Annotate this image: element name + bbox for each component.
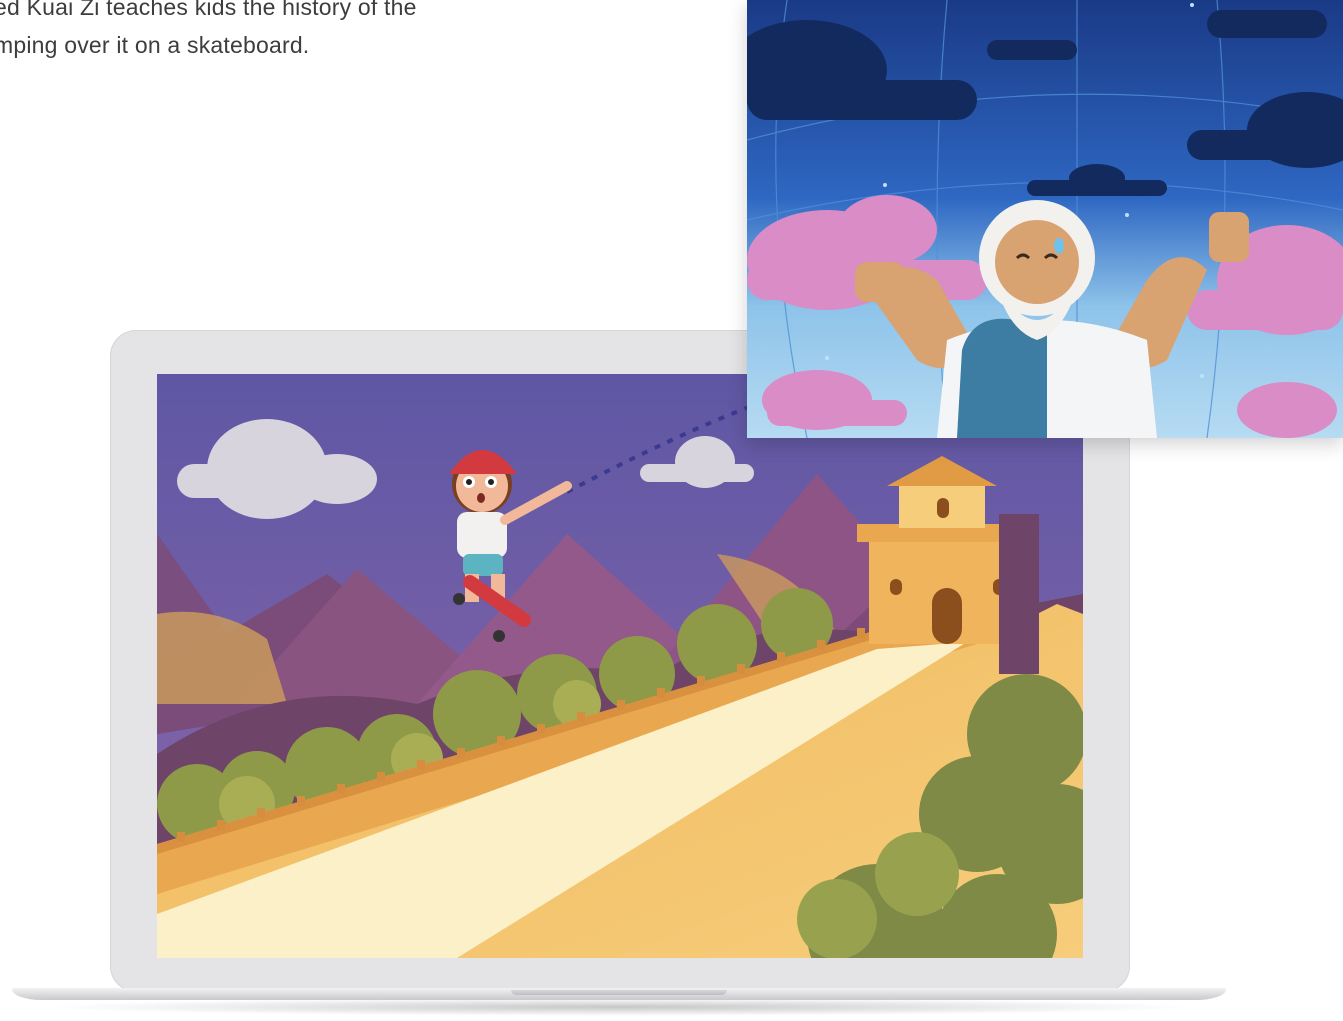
article-caption: ed Kuai Zi teaches kids the history of t… <box>0 0 514 64</box>
laptop-screen <box>157 374 1083 958</box>
laptop-shadow <box>40 998 1200 1016</box>
laptop-notch <box>511 990 727 995</box>
old-man-illustration <box>747 0 1343 438</box>
caption-line-2: mping over it on a skateboard. <box>0 32 310 58</box>
floating-illustration-card <box>747 0 1343 438</box>
caption-line-1: ed Kuai Zi teaches kids the history of t… <box>0 0 417 20</box>
great-wall-illustration <box>157 374 1083 958</box>
